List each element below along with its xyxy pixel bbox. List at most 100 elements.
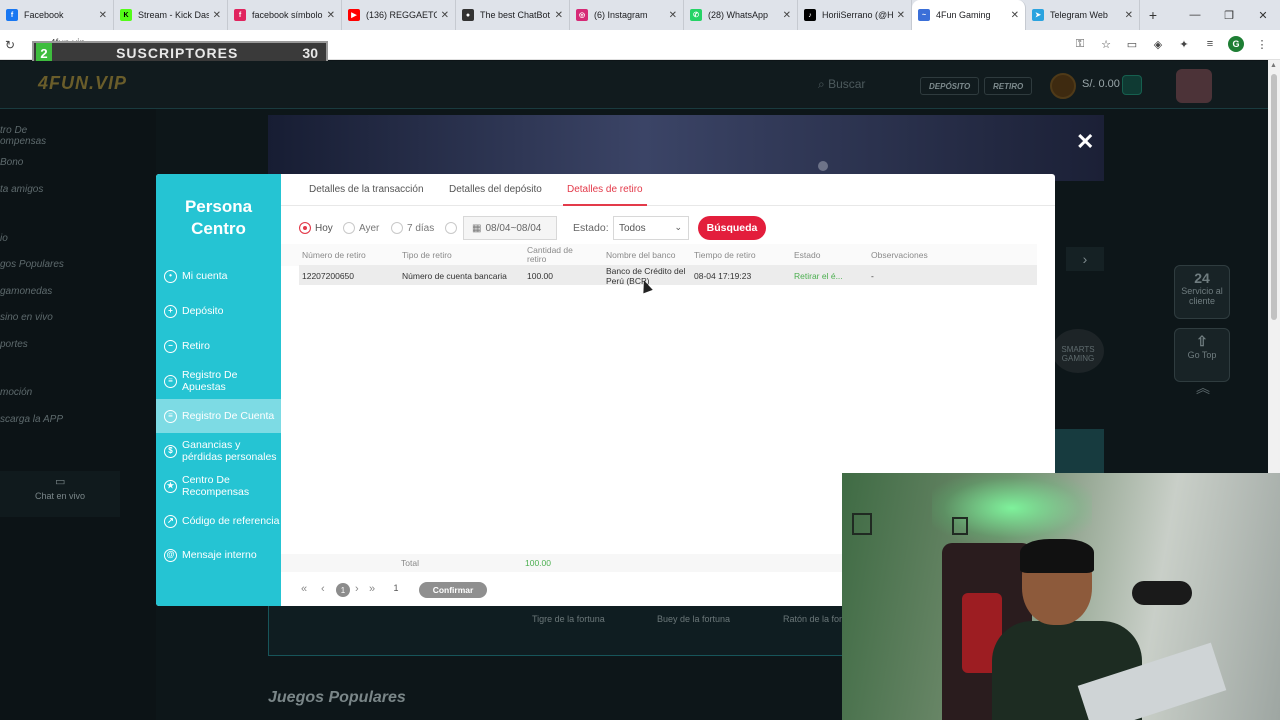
menu-item-label: Centro De Recompensas bbox=[182, 474, 250, 498]
double-chevron-up-icon[interactable]: ︽ bbox=[1196, 381, 1210, 395]
date-range-picker[interactable]: ▦ 08/04~08/04 bbox=[463, 216, 557, 240]
search-button[interactable]: Búsqueda bbox=[698, 216, 766, 240]
extension-icon[interactable]: ◈ bbox=[1150, 36, 1166, 52]
menu-item-referencia[interactable]: ↗ Código de referencia bbox=[156, 504, 281, 538]
site-search[interactable]: ⌕ Buscar bbox=[818, 77, 865, 92]
reload-icon[interactable]: ↻ bbox=[0, 38, 20, 52]
profile-avatar[interactable]: G bbox=[1228, 36, 1244, 52]
last-page-button[interactable]: » bbox=[369, 583, 375, 595]
next-page-button[interactable]: › bbox=[355, 583, 359, 595]
close-icon[interactable]: ✕ bbox=[213, 10, 221, 21]
browser-tab[interactable]: ● The best ChatBot ✕ bbox=[456, 0, 570, 30]
close-icon[interactable]: ✕ bbox=[1011, 10, 1019, 21]
browser-tab[interactable]: ▶ (136) REGGAETON ✕ bbox=[342, 0, 456, 30]
go-top-button[interactable]: ⇧ Go Top bbox=[1174, 328, 1230, 382]
radio-ayer[interactable]: Ayer bbox=[343, 222, 379, 234]
menu-item-retiro[interactable]: − Retiro bbox=[156, 329, 281, 363]
menu-item-recompensas[interactable]: ★ Centro De Recompensas bbox=[156, 469, 281, 503]
column-header: Nombre del banco bbox=[606, 250, 676, 260]
game-title[interactable]: Buey de la fortuna bbox=[657, 614, 730, 624]
menu-item-mensaje[interactable]: @ Mensaje interno bbox=[156, 538, 281, 572]
maximize-button[interactable]: ❐ bbox=[1212, 0, 1246, 30]
game-title[interactable]: Tigre de la fortuna bbox=[532, 614, 605, 624]
radio-label: Hoy bbox=[315, 222, 333, 234]
menu-item-registro-apuestas[interactable]: ≡ Registro De Apuestas bbox=[156, 364, 281, 398]
game-title[interactable]: Ratón de la fortu bbox=[783, 614, 850, 624]
menu-item-registro-cuenta[interactable]: ≡ Registro De Cuenta bbox=[156, 399, 281, 433]
tab-withdraw-details[interactable]: Detalles de retiro bbox=[567, 184, 643, 195]
current-page[interactable]: 1 bbox=[336, 583, 350, 597]
scrollbar-thumb[interactable] bbox=[1271, 74, 1277, 320]
star-icon[interactable]: ☆ bbox=[1098, 36, 1114, 52]
sidebar-item[interactable]: sino en vivo bbox=[0, 312, 53, 323]
browser-tab[interactable]: ➤ Telegram Web ✕ bbox=[1026, 0, 1140, 30]
go-top-label: Go Top bbox=[1187, 350, 1217, 360]
prev-page-button[interactable]: ‹ bbox=[321, 583, 325, 595]
radio-7-dias[interactable]: 7 días bbox=[391, 222, 434, 234]
tab-label: The best ChatBot bbox=[480, 10, 551, 20]
chevron-right-icon[interactable]: › bbox=[1066, 247, 1104, 271]
title-line: Persona bbox=[184, 197, 253, 216]
sidebar-item[interactable]: ta amigos bbox=[0, 184, 43, 195]
menu-item-label: Depósito bbox=[182, 305, 224, 317]
user-avatar[interactable] bbox=[1176, 69, 1212, 103]
close-icon[interactable]: ✕ bbox=[783, 10, 791, 21]
account-record-icon: ≡ bbox=[164, 409, 177, 423]
site-sidebar: tro De ompensas Bono ta amigos io gos Po… bbox=[0, 109, 156, 720]
subscriber-count: 30 bbox=[302, 45, 318, 61]
close-icon[interactable]: ✕ bbox=[1076, 129, 1094, 155]
puzzle-icon[interactable]: ✦ bbox=[1176, 36, 1192, 52]
close-icon[interactable]: ✕ bbox=[555, 10, 563, 21]
menu-item-ganancias[interactable]: $ Ganancias y pérdidas personales bbox=[156, 434, 281, 468]
refresh-balance-button[interactable] bbox=[1122, 75, 1142, 95]
menu-icon[interactable]: ⋮ bbox=[1254, 36, 1270, 52]
deposit-header-button[interactable]: DEPÓSITO bbox=[920, 77, 980, 95]
sidebar-item[interactable]: io bbox=[0, 233, 8, 244]
browser-tab[interactable]: f Facebook ✕ bbox=[0, 0, 114, 30]
sidebar-item[interactable]: scarga la APP bbox=[0, 414, 63, 425]
close-icon[interactable]: ✕ bbox=[897, 10, 905, 21]
table-row[interactable]: 12207200650 Número de cuenta bancaria 10… bbox=[299, 265, 1037, 286]
browser-tab[interactable]: ♪ HoriiSerrano (@H ✕ bbox=[798, 0, 912, 30]
close-icon[interactable]: ✕ bbox=[327, 10, 335, 21]
sidebar-item[interactable]: tro De ompensas bbox=[0, 125, 46, 147]
estado-select[interactable]: Todos ⌄ bbox=[613, 216, 689, 240]
menu-item-mi-cuenta[interactable]: • Mi cuenta bbox=[156, 259, 281, 293]
confirm-button[interactable]: Confirmar bbox=[419, 582, 487, 598]
page-input[interactable]: 1 bbox=[389, 583, 403, 593]
browser-tab[interactable]: K Stream - Kick Das ✕ bbox=[114, 0, 228, 30]
key-icon[interactable]: ⚿ bbox=[1072, 36, 1088, 52]
window-close-button[interactable]: ✕ bbox=[1246, 0, 1280, 30]
site-logo[interactable]: 4FUN.VIP bbox=[38, 73, 127, 94]
tab-transaction-details[interactable]: Detalles de la transacción bbox=[309, 184, 424, 195]
subscriber-badge: 2 bbox=[36, 43, 52, 63]
radio-custom-range[interactable] bbox=[445, 222, 461, 234]
media-icon[interactable]: ≡ bbox=[1202, 36, 1218, 52]
browser-tab[interactable]: ◎ (6) Instagram ✕ bbox=[570, 0, 684, 30]
minimize-button[interactable]: — bbox=[1178, 0, 1212, 30]
close-icon[interactable]: ✕ bbox=[441, 10, 449, 21]
close-icon[interactable]: ✕ bbox=[99, 10, 107, 21]
close-icon[interactable]: ✕ bbox=[1125, 10, 1133, 21]
sidebar-item[interactable]: portes bbox=[0, 339, 28, 350]
sidebar-item[interactable]: Bono bbox=[0, 157, 23, 168]
close-icon[interactable]: ✕ bbox=[669, 10, 677, 21]
browser-tab[interactable]: f facebook símbolo ✕ bbox=[228, 0, 342, 30]
carousel-dot[interactable] bbox=[818, 161, 828, 171]
withdraw-header-button[interactable]: RETIRO bbox=[984, 77, 1033, 95]
menu-item-deposito[interactable]: + Depósito bbox=[156, 294, 281, 328]
chat-live-button[interactable]: ▭ Chat en vivo bbox=[0, 471, 120, 517]
new-tab-button[interactable]: + bbox=[1140, 0, 1166, 30]
scroll-up-icon[interactable]: ▲ bbox=[1270, 62, 1277, 69]
cast-icon[interactable]: ▭ bbox=[1124, 36, 1140, 52]
browser-tab-active[interactable]: ~4Fun Gaming ✕ bbox=[912, 0, 1026, 30]
sidebar-item[interactable]: gos Populares bbox=[0, 259, 64, 270]
sidebar-item[interactable]: gamonedas bbox=[0, 286, 52, 297]
first-page-button[interactable]: « bbox=[301, 583, 307, 595]
customer-service-button[interactable]: 24 Servicio al cliente bbox=[1174, 265, 1230, 319]
tab-deposit-details[interactable]: Detalles del depósito bbox=[449, 184, 542, 195]
sidebar-item[interactable]: moción bbox=[0, 387, 32, 398]
browser-tab[interactable]: ✆ (28) WhatsApp ✕ bbox=[684, 0, 798, 30]
column-header: Número de retiro bbox=[302, 250, 366, 260]
radio-hoy[interactable]: Hoy bbox=[299, 222, 333, 234]
